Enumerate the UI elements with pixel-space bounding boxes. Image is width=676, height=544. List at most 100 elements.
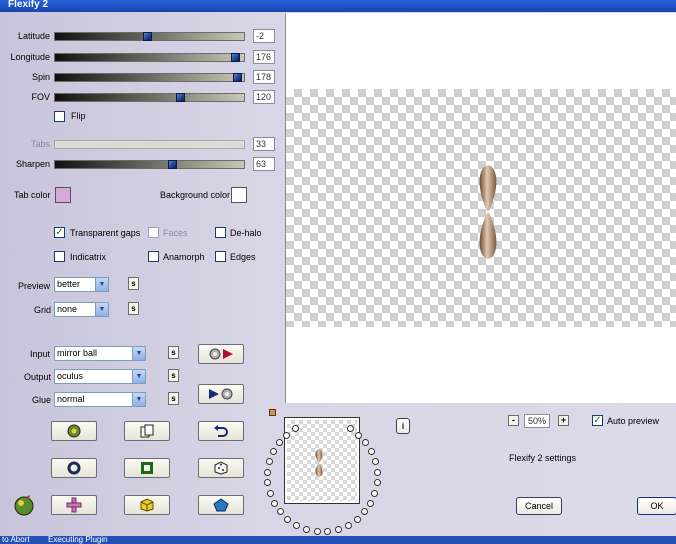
orbit-dot[interactable] bbox=[277, 508, 284, 515]
orbit-dot[interactable] bbox=[347, 425, 354, 432]
background-color-swatch[interactable] bbox=[231, 187, 247, 203]
undo-button[interactable] bbox=[198, 421, 244, 441]
spin-slider-thumb[interactable] bbox=[233, 73, 242, 82]
sharpen-label: Sharpen bbox=[15, 159, 50, 169]
ok-button[interactable]: OK bbox=[637, 497, 676, 515]
cancel-button[interactable]: Cancel bbox=[516, 497, 562, 515]
info-button[interactable]: i bbox=[396, 418, 410, 434]
auto-preview-checkbox[interactable]: ✓ bbox=[592, 415, 603, 426]
tabs-slider[interactable] bbox=[54, 140, 245, 149]
orbit-dot[interactable] bbox=[374, 479, 381, 486]
fov-value-field[interactable]: 120 bbox=[253, 90, 275, 104]
flip-checkbox[interactable] bbox=[54, 111, 65, 122]
preview-quality-value: better bbox=[57, 279, 81, 289]
tabs-value-field[interactable]: 33 bbox=[253, 137, 275, 151]
dice-button[interactable] bbox=[198, 458, 244, 478]
sharpen-value-field[interactable]: 63 bbox=[253, 157, 275, 171]
orbit-dot[interactable] bbox=[276, 439, 283, 446]
orbit-dot[interactable] bbox=[270, 448, 277, 455]
fov-slider-thumb[interactable] bbox=[176, 93, 185, 102]
preview-quality-select[interactable]: better ▼ bbox=[54, 277, 109, 292]
spin-slider[interactable] bbox=[54, 73, 245, 82]
orbit-dot[interactable] bbox=[283, 432, 290, 439]
cube-button[interactable] bbox=[124, 495, 170, 515]
transparent-gaps-label: Transparent gaps bbox=[70, 228, 141, 238]
orbit-dot[interactable] bbox=[271, 500, 278, 507]
background-color-label: Background color bbox=[160, 190, 231, 200]
orbit-dot[interactable] bbox=[267, 490, 274, 497]
indicatrix-checkbox[interactable] bbox=[54, 251, 65, 262]
orbit-dot[interactable] bbox=[284, 516, 291, 523]
anamorph-label: Anamorph bbox=[163, 252, 205, 262]
sharpen-slider-thumb[interactable] bbox=[168, 160, 177, 169]
anamorph-checkbox[interactable] bbox=[148, 251, 159, 262]
faces-checkbox[interactable] bbox=[148, 227, 159, 238]
orbit-dot[interactable] bbox=[293, 522, 300, 529]
zoom-out-button[interactable]: - bbox=[508, 415, 519, 426]
chevron-down-icon: ▼ bbox=[132, 393, 145, 406]
check-mark-icon: ✓ bbox=[593, 415, 602, 426]
orbit-dot[interactable] bbox=[371, 490, 378, 497]
orbit-dot[interactable] bbox=[264, 469, 271, 476]
faces-label: Faces bbox=[163, 228, 188, 238]
ring-button[interactable] bbox=[51, 458, 97, 478]
taskbar-item-abort[interactable]: to Abort bbox=[2, 536, 30, 544]
orbit-dot[interactable] bbox=[345, 522, 352, 529]
pentagon-icon bbox=[213, 498, 229, 512]
title-bar: Flexify 2 bbox=[0, 0, 676, 12]
orbit-dot[interactable] bbox=[335, 526, 342, 533]
orbit-dot[interactable] bbox=[354, 516, 361, 523]
latitude-slider[interactable] bbox=[54, 32, 245, 41]
orbit-handle-icon[interactable] bbox=[269, 409, 276, 416]
frame-button[interactable] bbox=[124, 458, 170, 478]
orbit-dot[interactable] bbox=[361, 508, 368, 515]
longitude-slider-thumb[interactable] bbox=[231, 53, 240, 62]
de-halo-checkbox[interactable] bbox=[215, 227, 226, 238]
fov-slider[interactable] bbox=[54, 93, 245, 102]
randomize-button[interactable] bbox=[51, 421, 97, 441]
orbit-dot[interactable] bbox=[355, 432, 362, 439]
swap-to-input-button[interactable] bbox=[198, 384, 244, 404]
tab-color-swatch[interactable] bbox=[55, 187, 71, 203]
orbit-dot[interactable] bbox=[314, 528, 321, 535]
cross-arrows-icon bbox=[66, 497, 82, 513]
polyhedron-button[interactable] bbox=[198, 495, 244, 515]
grid-s-button[interactable]: s bbox=[128, 302, 139, 315]
orbit-dot[interactable] bbox=[264, 479, 271, 486]
latitude-slider-thumb[interactable] bbox=[143, 32, 152, 41]
orbit-dot[interactable] bbox=[368, 448, 375, 455]
longitude-value-field[interactable]: 176 bbox=[253, 50, 275, 64]
orbit-dot[interactable] bbox=[266, 458, 273, 465]
transparent-gaps-checkbox[interactable]: ✓ bbox=[54, 227, 65, 238]
orbit-dot[interactable] bbox=[372, 458, 379, 465]
orbit-dot[interactable] bbox=[362, 439, 369, 446]
output-select[interactable]: oculus ▼ bbox=[54, 369, 146, 384]
output-label: Output bbox=[24, 372, 52, 382]
edges-checkbox[interactable] bbox=[215, 251, 226, 262]
taskbar-item-executing[interactable]: Executing Plugin bbox=[48, 536, 108, 544]
orbit-dot[interactable] bbox=[367, 500, 374, 507]
zoom-in-button[interactable]: + bbox=[558, 415, 569, 426]
preview-canvas[interactable] bbox=[285, 13, 676, 403]
settings-status-text: Flexify 2 settings bbox=[509, 453, 577, 463]
move-button[interactable] bbox=[51, 495, 97, 515]
orbit-dot[interactable] bbox=[374, 469, 381, 476]
flip-label: Flip bbox=[71, 111, 86, 121]
grid-label: Grid bbox=[34, 305, 52, 315]
preview-s-button[interactable]: s bbox=[128, 277, 139, 290]
orbit-dot[interactable] bbox=[292, 425, 299, 432]
glue-s-button[interactable]: s bbox=[168, 392, 179, 405]
input-s-button[interactable]: s bbox=[168, 346, 179, 359]
latitude-value-field[interactable]: -2 bbox=[253, 29, 275, 43]
swap-to-output-button[interactable] bbox=[198, 344, 244, 364]
input-select[interactable]: mirror ball ▼ bbox=[54, 346, 146, 361]
sharpen-slider[interactable] bbox=[54, 160, 245, 169]
grid-select[interactable]: none ▼ bbox=[54, 302, 109, 317]
orbit-dot[interactable] bbox=[324, 528, 331, 535]
spin-value-field[interactable]: 178 bbox=[253, 70, 275, 84]
glue-select[interactable]: normal ▼ bbox=[54, 392, 146, 407]
output-s-button[interactable]: s bbox=[168, 369, 179, 382]
orbit-dot[interactable] bbox=[303, 526, 310, 533]
longitude-slider[interactable] bbox=[54, 53, 245, 62]
copy-button[interactable] bbox=[124, 421, 170, 441]
